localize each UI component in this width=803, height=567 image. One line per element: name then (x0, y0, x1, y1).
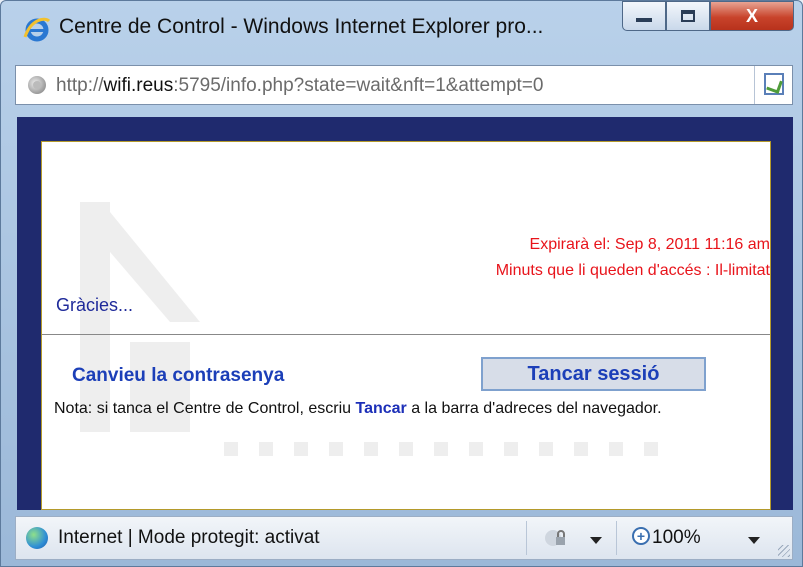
change-password-link[interactable]: Canvieu la contrasenya (72, 365, 284, 387)
internet-explorer-logo-icon (23, 17, 51, 42)
window-controls: X (622, 1, 794, 35)
page-frame: Expirarà el: Sep 8, 2011 11:16 am Minuts… (17, 117, 793, 510)
status-separator (616, 521, 617, 555)
chevron-down-icon[interactable] (748, 537, 760, 544)
note-text: Nota: si tanca el Centre de Control, esc… (54, 398, 764, 420)
logout-button[interactable]: Tancar sessió (481, 357, 706, 391)
security-zone[interactable]: Internet | Mode protegit: activat (58, 527, 320, 549)
note-suffix: a la barra d'adreces del navegador. (406, 400, 662, 417)
url-host: wifi.reus (103, 75, 174, 96)
zoom-level[interactable]: 100% (652, 527, 701, 549)
thanks-text: Gràcies... (56, 295, 134, 315)
note-prefix: Nota: si tanca el Centre de Control, esc… (54, 400, 356, 417)
session-info: Expirarà el: Sep 8, 2011 11:16 am Minuts… (496, 232, 770, 284)
expire-date: Expirarà el: Sep 8, 2011 11:16 am (529, 236, 770, 253)
maximize-button[interactable] (666, 1, 710, 31)
page-content: Expirarà el: Sep 8, 2011 11:16 am Minuts… (41, 141, 771, 510)
address-bar[interactable]: http://wifi.reus:5795/info.php?state=wai… (15, 65, 793, 105)
ie-window: Centre de Control - Windows Internet Exp… (0, 0, 803, 567)
minutes-remaining: Minuts que li queden d'accés : Il-limita… (495, 262, 770, 279)
url-prefix: http:// (56, 75, 104, 96)
page-icon (28, 76, 46, 94)
minimize-button[interactable] (622, 1, 666, 31)
title-bar[interactable]: Centre de Control - Windows Internet Exp… (1, 1, 802, 53)
decorative-dots (224, 442, 658, 456)
minimize-icon (636, 18, 652, 22)
page-status-icon[interactable] (764, 73, 784, 95)
globe-icon (26, 527, 48, 549)
security-settings-icon[interactable] (544, 527, 566, 549)
close-button[interactable]: X (710, 1, 794, 31)
status-separator (526, 521, 527, 555)
url-rest: :5795/info.php?state=wait&nft=1&attempt=… (173, 75, 544, 96)
note-keyword: Tancar (355, 400, 407, 417)
resize-grip[interactable] (778, 545, 790, 557)
address-url[interactable]: http://wifi.reus:5795/info.php?state=wai… (56, 75, 543, 97)
status-bar: Internet | Mode protegit: activat + 100% (15, 516, 793, 560)
divider (42, 334, 770, 335)
chevron-down-icon[interactable] (590, 537, 602, 544)
maximize-icon (681, 10, 695, 22)
address-separator (754, 66, 755, 104)
zoom-icon[interactable]: + (632, 527, 650, 545)
window-title: Centre de Control - Windows Internet Exp… (59, 15, 544, 38)
